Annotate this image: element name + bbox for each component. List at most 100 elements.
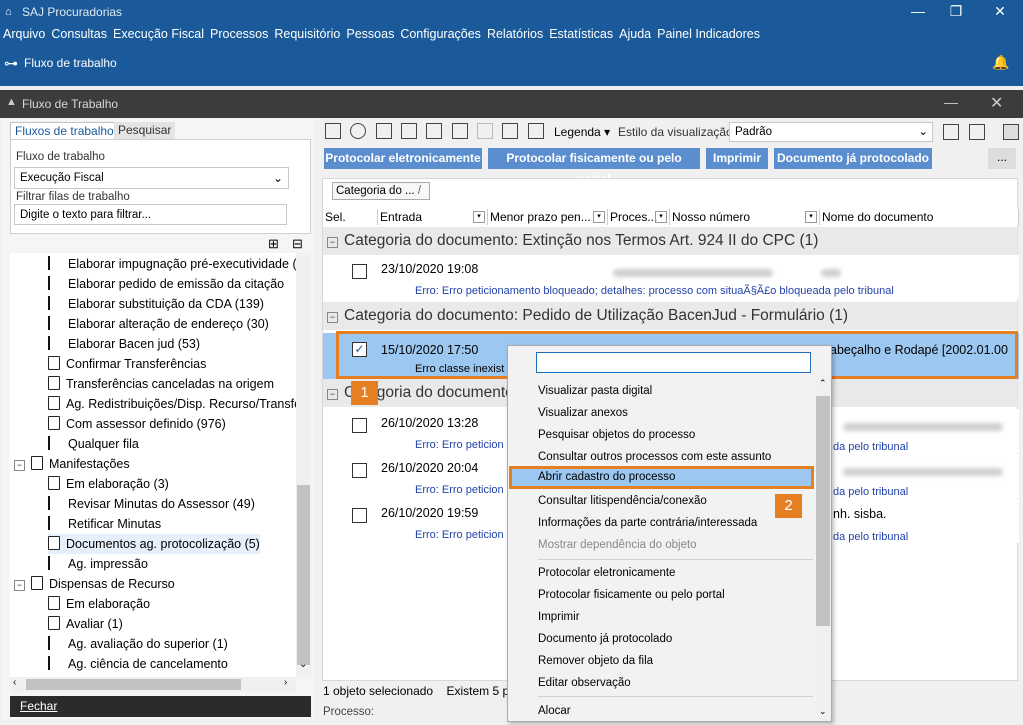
row-checkbox[interactable] [352,264,367,279]
collapse-icon[interactable]: − [14,580,25,591]
tree-item[interactable]: Elaborar substituição da CDA (139) [48,294,264,314]
menu-pessoas[interactable]: Pessoas [343,24,397,44]
scroll-down-icon[interactable]: ⌄ [819,706,827,717]
tree-item[interactable]: Ag. Redistribuições/Disp. Recurso/Transf… [48,394,296,414]
close-window-icon[interactable]: ✕ [982,0,1018,22]
protocolar-eletronicamente-button[interactable]: Protocolar eletronicamente [324,148,482,169]
layout-icon[interactable] [943,124,959,140]
menu-ajuda[interactable]: Ajuda [616,24,654,44]
tree-scroll-thumb[interactable] [297,485,310,665]
scroll-right-icon[interactable]: › [284,677,287,688]
tree-item-selected[interactable]: Documentos ag. protocolização (5) [48,534,260,554]
menu-item-protocolar-eletronicamente[interactable]: Protocolar eletronicamente [538,562,675,584]
menu-item-alocar[interactable]: Alocar [538,700,571,722]
column-processo[interactable]: Proces... ▾ [608,209,670,225]
close-inner-window-icon[interactable]: ✕ [990,93,1003,113]
menu-item-parte-contraria[interactable]: Informações da parte contrária/interessa… [538,512,757,534]
tree-vertical-scrollbar[interactable]: ⌄ [296,253,311,677]
protocolar-fisicamente-button[interactable]: Protocolar fisicamente ou pelo portal [488,148,700,186]
tree-item[interactable]: Avaliar (1) [48,614,123,634]
menu-item-editar-observacao[interactable]: Editar observação [538,672,631,694]
column-entrada[interactable]: Entrada ▾ [378,209,488,225]
menu-item-imprimir[interactable]: Imprimir [538,606,580,628]
row-checkbox[interactable] [352,508,367,523]
menu-item-visualizar-pasta[interactable]: Visualizar pasta digital [538,380,652,402]
imprimir-button[interactable]: Imprimir [706,148,768,169]
user-run-icon[interactable] [527,123,544,139]
tree-item[interactable]: Elaborar impugnação pré-executividade (1… [48,254,296,274]
column-icon[interactable] [969,124,985,140]
menu-estatisticas[interactable]: Estatísticas [546,24,616,44]
duplicate-icon[interactable] [401,123,418,139]
tab-pesquisar[interactable]: Pesquisar [114,122,176,139]
tree-item[interactable]: Elaborar alteração de endereço (30) [48,314,269,334]
menu-requisitorio[interactable]: Requisitório [271,24,343,44]
filter-dropdown-icon[interactable]: ▾ [805,211,817,223]
tree-item[interactable]: Transferências canceladas na origem [48,374,274,394]
tree-group-manifestacoes[interactable]: − Manifestações [14,454,130,474]
tree-item[interactable]: Ag. impressão [48,554,148,574]
group-header[interactable]: − Categoria do documento: Extinção nos Te… [323,227,1019,255]
filter-dropdown-icon[interactable]: ▾ [655,211,667,223]
collapse-icon[interactable]: − [14,460,25,471]
minimize-icon[interactable]: — [900,0,936,22]
column-menor-prazo[interactable]: Menor prazo pen... ▾ [488,209,608,225]
flow-select[interactable]: Execução Fiscal ⌄ [14,167,289,189]
menu-item-abrir-cadastro[interactable]: Abrir cadastro do processo [509,466,814,489]
menu-item-documento-protocolado[interactable]: Documento já protocolado [538,628,672,650]
menu-configuracoes[interactable]: Configurações [397,24,484,44]
menu-item-visualizar-anexos[interactable]: Visualizar anexos [538,402,628,424]
bell-icon[interactable]: 🔔 [992,54,1009,71]
filter-dropdown-icon[interactable]: ▾ [473,211,485,223]
collapse-icon[interactable]: − [327,389,338,400]
tree-hscroll-thumb[interactable] [26,679,241,690]
more-button[interactable]: ... [988,148,1016,169]
menu-painel-indicadores[interactable]: Painel Indicadores [654,24,763,44]
view-style-select[interactable]: Padrão ⌄ [729,122,933,142]
document-icon[interactable] [325,123,341,139]
search-document-icon[interactable] [502,123,519,139]
filter-dropdown-icon[interactable]: ▾ [593,211,605,223]
menu-relatorios[interactable]: Relatórios [484,24,546,44]
column-nosso-numero[interactable]: Nosso número ▾ [670,209,820,225]
context-menu-search-input[interactable] [536,352,811,373]
collapse-icon[interactable]: − [327,312,338,323]
workflow-link[interactable]: ⊶ Fluxo de trabalho [4,54,117,72]
tree-item[interactable]: Elaborar Bacen jud (53) [48,334,200,354]
menu-arquivo[interactable]: Arquivo [0,24,48,44]
table-row[interactable]: 23/10/2020 19:08 Erro: Erro peticionamen… [323,255,1019,299]
row-checkbox[interactable] [352,463,367,478]
print-icon[interactable] [426,123,443,139]
scroll-up-icon[interactable]: ⌃ [819,378,827,389]
tree-group-dispensas[interactable]: − Dispensas de Recurso [14,574,175,594]
group-header[interactable]: − Categoria do documento: Pedido de Utili… [323,302,1019,330]
tree-item[interactable]: Confirmar Transferências [48,354,206,374]
export-icon[interactable] [451,123,468,139]
expand-tree-icon[interactable]: ⊞ [268,236,279,252]
tree-item[interactable]: Qualquer fila [48,434,139,454]
menu-item-pesquisar-objetos[interactable]: Pesquisar objetos do processo [538,424,695,446]
column-nome-documento[interactable]: Nome do documento [820,209,1019,225]
group-by-chip[interactable]: Categoria do ... / [332,182,430,200]
collapse-icon[interactable]: − [327,237,338,248]
copy-icon[interactable] [375,123,392,139]
close-button[interactable]: Fechar [10,696,311,717]
refresh-icon[interactable] [350,123,367,139]
tree-item[interactable]: Em elaboração [48,594,150,614]
menu-item-remover-objeto[interactable]: Remover objeto da fila [538,650,653,672]
scroll-down-icon[interactable]: ⌄ [299,659,307,670]
tree-horizontal-scrollbar[interactable]: ‹ › [10,677,296,692]
tree-item[interactable]: Em elaboração (3) [48,474,169,494]
upload-icon[interactable] [477,123,494,139]
collapse-tree-icon[interactable]: ⊟ [292,236,303,252]
tree-item[interactable]: Retificar Minutas [48,514,161,534]
menu-item-protocolar-fisicamente[interactable]: Protocolar fisicamente ou pelo portal [538,584,725,606]
tree-item[interactable]: Com assessor definido (976) [48,414,226,434]
tree-item[interactable]: Ag. ciência de cancelamento [48,654,228,674]
tree-item[interactable]: Elaborar pedido de emissão da citação [48,274,284,294]
restore-icon[interactable]: ❐ [938,0,974,22]
menu-processos[interactable]: Processos [207,24,271,44]
documento-protocolado-button[interactable]: Documento já protocolado [774,148,932,169]
tab-fluxos-de-trabalho[interactable]: Fluxos de trabalho [10,122,119,139]
tree-item[interactable]: Revisar Minutas do Assessor (49) [48,494,255,514]
